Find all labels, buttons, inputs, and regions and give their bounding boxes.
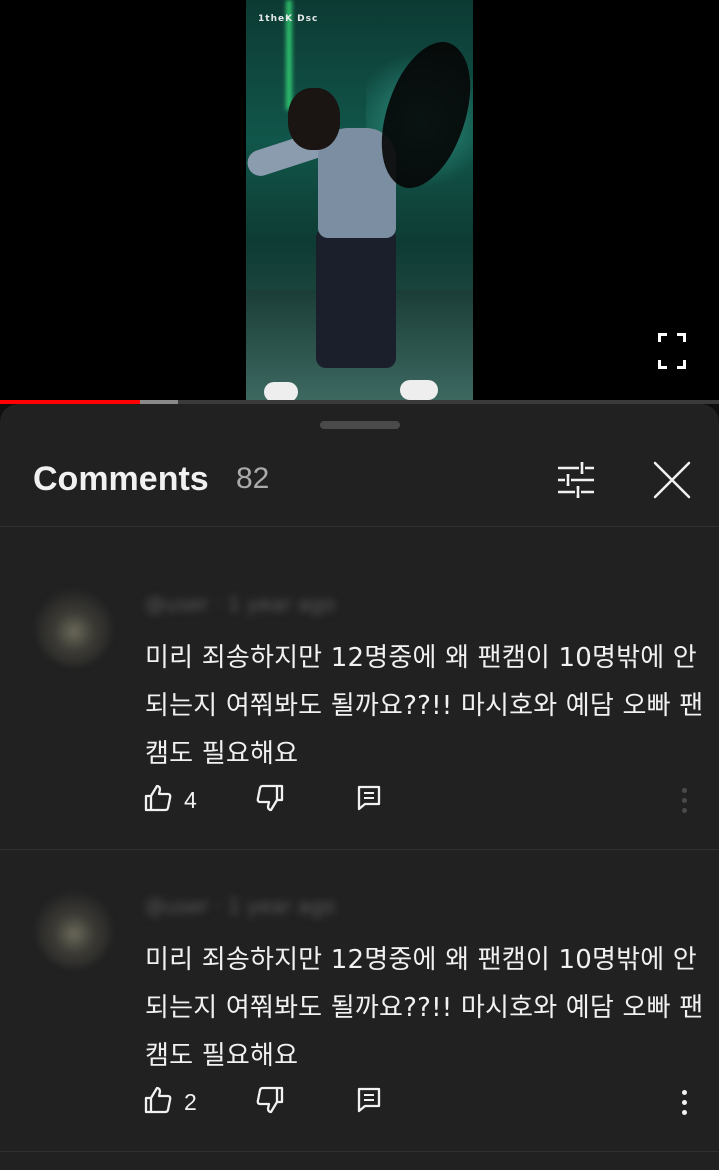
- sliders-icon[interactable]: [552, 456, 600, 504]
- thumbs-down-icon: [254, 782, 286, 818]
- thumbs-down-icon: [254, 1084, 286, 1120]
- reply-button[interactable]: [356, 778, 388, 822]
- thumbs-up-icon: [142, 782, 174, 818]
- like-count: 4: [184, 786, 197, 813]
- close-icon[interactable]: [648, 456, 696, 504]
- comments-count: 82: [236, 462, 270, 495]
- comment-author[interactable]: @user · 1 year ago: [145, 894, 385, 918]
- header-divider: [0, 526, 719, 527]
- comments-header: Comments 82: [0, 444, 719, 526]
- video-player[interactable]: 1theK Dsc: [0, 0, 719, 404]
- comment-text: 미리 죄송하지만 12명중에 왜 팬캠이 10명밖에 안되는지 여쭤봐도 될까요…: [145, 643, 704, 769]
- comments-sheet: Comments 82 @user · 1 year ago 미리 죄송하지만 …: [0, 404, 719, 1170]
- reply-button[interactable]: [356, 1080, 388, 1124]
- avatar[interactable]: [36, 590, 112, 666]
- like-button[interactable]: 2: [142, 1080, 197, 1124]
- drag-handle[interactable]: [320, 421, 400, 429]
- channel-logo: 1theK Dsc: [258, 14, 319, 24]
- dislike-button[interactable]: [254, 778, 294, 822]
- fullscreen-icon[interactable]: [652, 327, 692, 375]
- comment-item: @user · 1 year ago 미리 죄송하지만 12명중에 왜 팬캠이 …: [0, 548, 719, 850]
- like-button[interactable]: 4: [142, 778, 197, 822]
- comment-divider: [0, 1151, 719, 1152]
- more-vert-icon[interactable]: [668, 778, 700, 822]
- video-frame: 1theK Dsc: [246, 0, 473, 404]
- more-vert-icon[interactable]: [668, 1080, 700, 1124]
- reply-icon: [356, 784, 382, 816]
- comment-item: @user · 1 year ago 미리 죄송하지만 12명중에 왜 팬캠이 …: [0, 850, 719, 1152]
- comment-author[interactable]: @user · 1 year ago: [145, 592, 385, 616]
- comment-actions: 2: [0, 1080, 719, 1130]
- like-count: 2: [184, 1088, 197, 1115]
- comment-text: 미리 죄송하지만 12명중에 왜 팬캠이 10명밖에 안되는지 여쭤봐도 될까요…: [145, 945, 704, 1071]
- thumbs-up-icon: [142, 1084, 174, 1120]
- avatar[interactable]: [36, 892, 112, 968]
- comments-title: Comments: [33, 460, 209, 498]
- reply-icon: [356, 1086, 382, 1118]
- dislike-button[interactable]: [254, 1080, 294, 1124]
- comment-actions: 4: [0, 778, 719, 828]
